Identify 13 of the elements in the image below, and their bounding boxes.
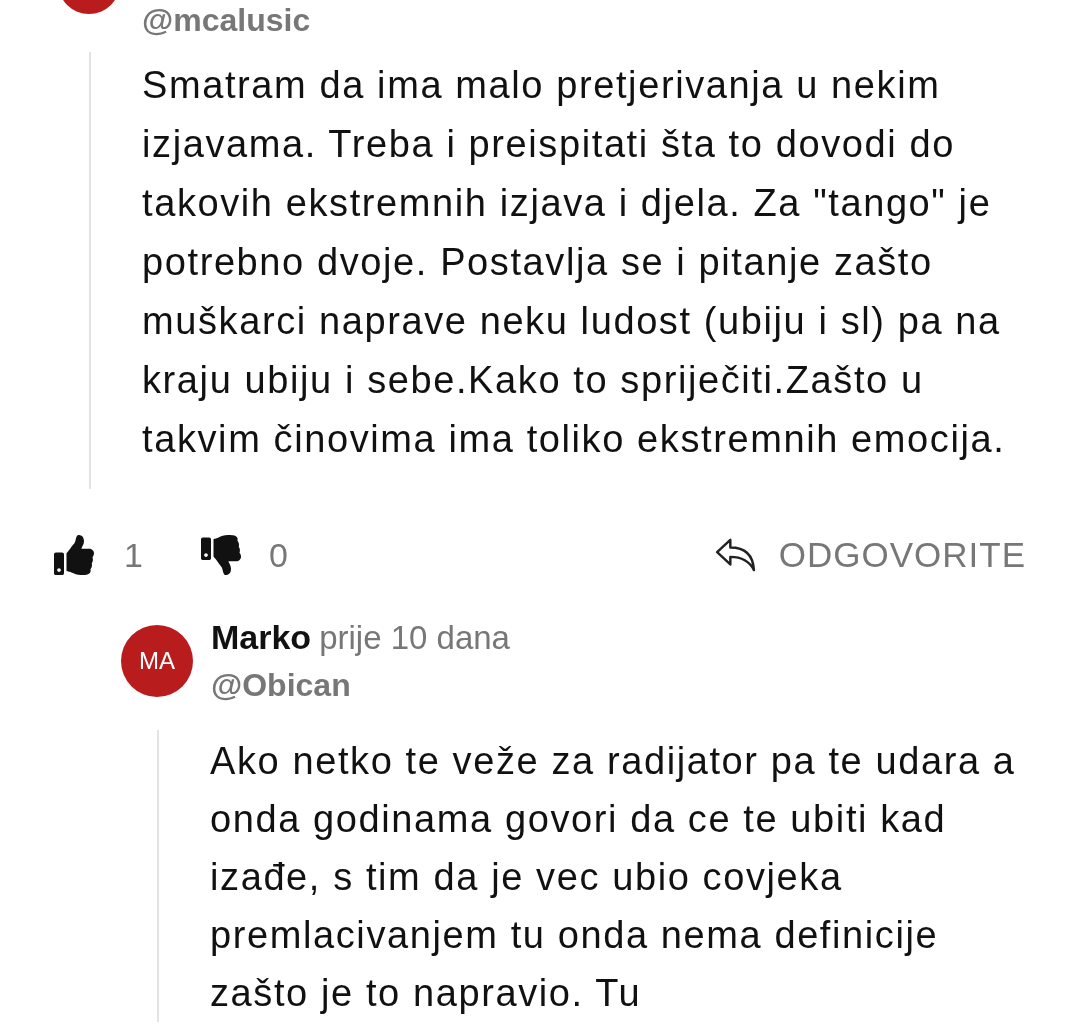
username: @mcalusic: [142, 1, 311, 40]
username: @Obican: [211, 666, 352, 705]
thumbs-up-icon: [52, 535, 96, 575]
comment-text: Ako netko te veže za radijator pa te udara a onda godinama govori da ce te ubiti kad izađe, s tim da je vec ubio covjeka premlacivanjem tu onda nema definicije zašto je to napravio. Tu: [210, 739, 1017, 1016]
thumbs-down-icon: [198, 535, 243, 575]
author-name: Marko: [211, 617, 312, 658]
comment-text: Smatram da ima malo pretjerivanja u nekim izjavama. Treba i preispitati šta to dovodi do takovih ekstremnih izjava i djela. Za "tango" je potrebno dvoje. Postavlja se i pitanje zašto muškarci naprave neku ludost (ubiju i sl) pa na kraju ubiju i sebe.Kako to spriječiti.Zašto u takvim činovima ima toliko ekstremnih emocija.: [142, 63, 1007, 462]
reply-icon: [714, 538, 757, 572]
comment-time: prije 10 dana: [319, 618, 510, 658]
dislike-button[interactable]: 0: [198, 529, 288, 581]
like-button[interactable]: 1: [52, 529, 143, 581]
reply-button[interactable]: ODGOVORITE: [714, 528, 1026, 582]
avatar-initials: MA: [139, 645, 175, 676]
